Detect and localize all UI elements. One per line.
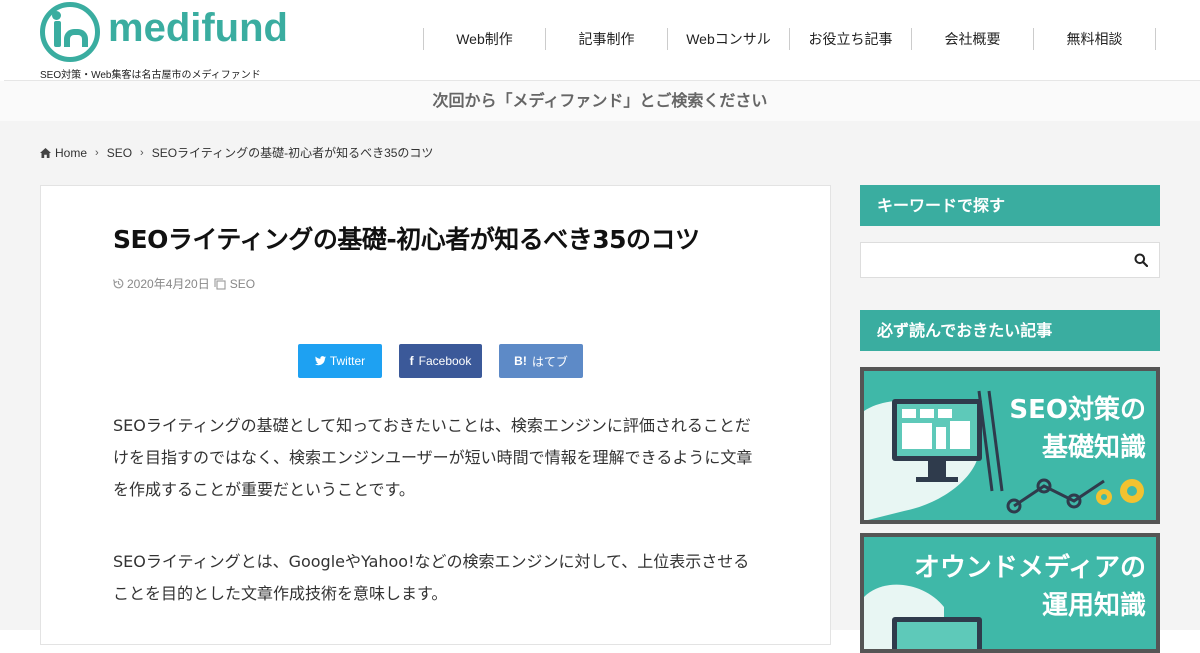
main-nav: Web制作 記事制作 Webコンサル お役立ち記事 会社概要 無料相談 xyxy=(423,28,1156,50)
search-widget-heading: キーワードで探す xyxy=(860,185,1160,226)
site-tagline: SEO対策・Web集客は名古屋市のメディファンド xyxy=(40,70,261,81)
logo-text: medifund xyxy=(108,5,288,50)
banner-line: SEO対策の xyxy=(1009,395,1146,425)
banner-text: オウンドメディアの 運用知識 xyxy=(914,549,1146,625)
seo-basics-banner[interactable]: SEO対策の 基礎知識 xyxy=(860,367,1160,524)
banner-line: 運用知識 xyxy=(1041,591,1146,621)
chevron-right-icon: › xyxy=(95,146,99,159)
site-header: medifund SEO対策・Web集客は名古屋市のメディファンド Web制作 … xyxy=(0,0,1200,81)
logo-mark-icon xyxy=(40,2,100,62)
search-input[interactable] xyxy=(860,242,1160,278)
facebook-label: Facebook xyxy=(418,354,472,368)
notice-bar: 次回から「メディファンド」とご検索ください xyxy=(0,81,1200,121)
share-buttons: Twitter f Facebook B! はてブ xyxy=(298,344,583,378)
twitter-share-button[interactable]: Twitter xyxy=(298,344,382,378)
hatena-share-button[interactable]: B! はてブ xyxy=(499,344,583,378)
site-logo[interactable]: medifund xyxy=(40,2,288,62)
article-date: 2020年4月20日 xyxy=(127,277,210,291)
owned-media-banner[interactable]: オウンドメディアの 運用知識 xyxy=(860,533,1160,653)
twitter-icon xyxy=(314,356,326,366)
sidebar: キーワードで探す 必ず読んでおきたい記事 SEO対策の 基礎知識 オウンドメディ… xyxy=(860,185,1160,653)
nav-useful-articles[interactable]: お役立ち記事 xyxy=(790,28,912,50)
chevron-right-icon: › xyxy=(140,146,144,159)
banner-line: オウンドメディアの xyxy=(913,553,1146,583)
category-icon xyxy=(214,277,226,290)
facebook-icon: f xyxy=(409,354,414,368)
facebook-share-button[interactable]: f Facebook xyxy=(399,344,482,378)
article-meta: 2020年4月20日 SEO xyxy=(113,275,255,292)
nav-company[interactable]: 会社概要 xyxy=(912,28,1034,50)
article-card: SEOライティングの基礎-初心者が知るべき35のコツ 2020年4月20日 SE… xyxy=(40,185,831,645)
nav-free-consultation[interactable]: 無料相談 xyxy=(1034,28,1156,50)
breadcrumb-category[interactable]: SEO xyxy=(107,146,132,160)
nav-web-production[interactable]: Web制作 xyxy=(424,28,546,50)
update-icon xyxy=(113,278,124,289)
search-icon[interactable] xyxy=(1134,253,1148,267)
nav-web-consulting[interactable]: Webコンサル xyxy=(668,28,790,50)
nav-article-production[interactable]: 記事制作 xyxy=(546,28,668,50)
article-paragraph: SEOライティングの基礎として知っておきたいことは、検索エンジンに評価されること… xyxy=(113,416,753,499)
hatena-label: はてブ xyxy=(531,354,568,369)
banner-text: SEO対策の 基礎知識 xyxy=(1009,391,1146,467)
article-category[interactable]: SEO xyxy=(230,277,255,291)
breadcrumb-home[interactable]: Home xyxy=(55,146,87,160)
home-icon xyxy=(40,147,51,158)
article-title: SEOライティングの基礎-初心者が知るべき35のコツ xyxy=(113,225,700,254)
breadcrumb-current: SEOライティングの基礎-初心者が知るべき35のコツ xyxy=(151,146,434,160)
banner-line: 基礎知識 xyxy=(1041,433,1146,463)
hatena-icon: B! xyxy=(514,354,527,368)
twitter-label: Twitter xyxy=(329,354,366,368)
article-paragraph: SEOライティングとは、GoogleやYahoo!などの検索エンジンに対して、上… xyxy=(113,552,750,603)
banner-illustration-icon xyxy=(864,390,1004,520)
breadcrumb: Home › SEO › SEOライティングの基礎-初心者が知るべき35のコツ xyxy=(40,144,433,161)
must-read-heading: 必ず読んでおきたい記事 xyxy=(860,310,1160,351)
